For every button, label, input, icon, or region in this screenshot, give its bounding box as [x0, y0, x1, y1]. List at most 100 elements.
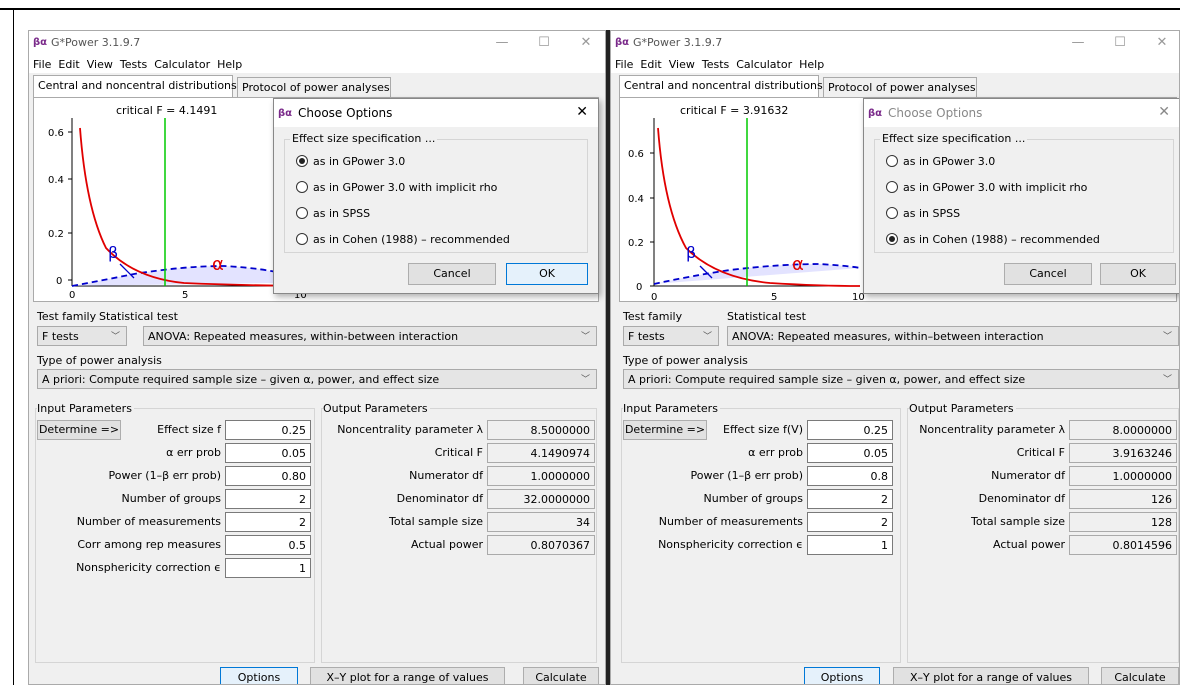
tab-protocol[interactable]: Protocol of power analyses	[823, 77, 977, 97]
tab-protocol[interactable]: Protocol of power analyses	[237, 77, 391, 97]
power-field[interactable]: 0.8	[807, 466, 893, 486]
noncentrality-value: 8.5000000	[487, 420, 595, 440]
parameters-panel: Test family Statistical test F tests ﹀ AN…	[33, 308, 599, 678]
menu-tests[interactable]: Tests	[116, 55, 150, 71]
minimize-icon[interactable]: —	[487, 33, 517, 53]
menu-edit[interactable]: Edit	[636, 55, 664, 71]
statistical-test-select[interactable]: ANOVA: Repeated measures, within-between…	[143, 326, 597, 346]
effect-size-field[interactable]: 0.25	[807, 420, 893, 440]
x-tick: 0	[651, 292, 657, 303]
ok-button[interactable]: OK	[1100, 263, 1176, 285]
groups-field[interactable]: 2	[807, 489, 893, 509]
minimize-icon[interactable]: —	[1063, 33, 1093, 53]
dialog-title: Choose Options	[298, 106, 393, 120]
output-label: Actual power	[993, 538, 1065, 551]
gpower-window-right: βα G*Power 3.1.9.7 — ☐ ✕ File Edit View Tes…	[610, 30, 1180, 685]
output-parameters-label: Output Parameters	[909, 402, 1016, 415]
calculate-button[interactable]: Calculate	[523, 667, 599, 684]
ok-button[interactable]: OK	[506, 263, 588, 285]
close-icon[interactable]: ✕	[1158, 104, 1170, 120]
y-tick: 0.6	[628, 149, 644, 160]
output-label: Actual power	[411, 538, 483, 551]
input-label: Number of measurements	[658, 515, 803, 528]
y-tick: 0.4	[48, 175, 64, 186]
power-field[interactable]: 0.80	[225, 466, 311, 486]
menu-help[interactable]: Help	[213, 55, 245, 71]
maximize-icon[interactable]: ☐	[529, 33, 559, 53]
output-parameters-label: Output Parameters	[323, 402, 430, 415]
tab-distributions[interactable]: Central and noncentral distributions	[33, 75, 237, 97]
xy-plot-button[interactable]: X–Y plot for a range of values	[893, 667, 1089, 684]
gpower-app-icon: βα	[278, 107, 293, 120]
critical-f-value: 3.9163246	[1069, 443, 1177, 463]
measurements-field[interactable]: 2	[807, 512, 893, 532]
input-label: Power (1–β err prob)	[690, 469, 803, 482]
radio-gpower3[interactable]: as in GPower 3.0	[296, 155, 405, 168]
xy-plot-button[interactable]: X–Y plot for a range of values	[310, 667, 505, 684]
statistical-test-select[interactable]: ANOVA: Repeated measures, within–between…	[727, 326, 1179, 346]
menu-calculator[interactable]: Calculator	[732, 55, 795, 71]
measurements-field[interactable]: 2	[225, 512, 311, 532]
actual-power-value: 0.8014596	[1069, 535, 1177, 555]
radio-gpower3-rho[interactable]: as in GPower 3.0 with implicit rho	[296, 181, 497, 194]
cancel-button[interactable]: Cancel	[408, 263, 496, 285]
nonsphericity-field[interactable]: 1	[225, 558, 311, 578]
options-button[interactable]: Options	[804, 667, 880, 684]
determine-button[interactable]: Determine =>	[37, 420, 121, 440]
tab-distributions[interactable]: Central and noncentral distributions	[619, 75, 823, 97]
power-analysis-select[interactable]: A priori: Compute required sample size –…	[37, 369, 597, 389]
y-tick: 0.2	[48, 229, 64, 240]
radio-circle	[296, 207, 308, 219]
menu-bar: File Edit View Tests Calculator Help	[611, 55, 1179, 73]
input-label: Number of measurements	[76, 515, 221, 528]
test-family-select[interactable]: F tests ﹀	[623, 326, 719, 346]
determine-button[interactable]: Determine =>	[623, 420, 707, 440]
y-tick: 0.4	[628, 194, 644, 205]
alpha-field[interactable]: 0.05	[225, 443, 311, 463]
menu-view[interactable]: View	[665, 55, 698, 71]
central-curve	[657, 127, 861, 287]
chevron-down-icon: ﹀	[580, 332, 590, 342]
close-icon[interactable]: ✕	[1147, 33, 1177, 53]
menu-file[interactable]: File	[29, 55, 54, 71]
input-label: Nonsphericity correction ϵ	[76, 561, 221, 574]
menu-tests[interactable]: Tests	[698, 55, 732, 71]
menu-help[interactable]: Help	[795, 55, 827, 71]
groups-field[interactable]: 2	[225, 489, 311, 509]
menu-file[interactable]: File	[611, 55, 636, 71]
menu-bar: File Edit View Tests Calculator Help	[29, 55, 605, 73]
test-family-select[interactable]: F tests ﹀	[37, 326, 127, 346]
actual-power-value: 0.8070367	[487, 535, 595, 555]
nonsphericity-field[interactable]: 1	[807, 535, 893, 555]
input-label: Number of groups	[121, 492, 221, 505]
radio-spss[interactable]: as in SPSS	[296, 207, 370, 220]
input-parameters-label: Input Parameters	[37, 402, 134, 415]
radio-gpower3-rho[interactable]: as in GPower 3.0 with implicit rho	[886, 181, 1087, 194]
radio-gpower3[interactable]: as in GPower 3.0	[886, 155, 995, 168]
power-analysis-select[interactable]: A priori: Compute required sample size –…	[623, 369, 1179, 389]
alpha-field[interactable]: 0.05	[807, 443, 893, 463]
critical-f-value: 4.1490974	[487, 443, 595, 463]
choose-options-dialog: βα Choose Options ✕ Effect size specific…	[273, 98, 599, 294]
calculate-button[interactable]: Calculate	[1101, 667, 1179, 684]
radio-circle	[296, 181, 308, 193]
radio-spss[interactable]: as in SPSS	[886, 207, 960, 220]
statistical-test-label: Statistical test	[99, 310, 178, 323]
alpha-symbol: α	[212, 254, 224, 275]
beta-symbol: β	[108, 243, 118, 262]
close-icon[interactable]: ✕	[571, 33, 601, 53]
menu-calculator[interactable]: Calculator	[150, 55, 213, 71]
cancel-button[interactable]: Cancel	[1004, 263, 1092, 285]
radio-cohen[interactable]: as in Cohen (1988) – recommended	[296, 233, 510, 246]
y-tick: 0	[56, 276, 62, 287]
close-icon[interactable]: ✕	[576, 104, 588, 120]
radio-cohen[interactable]: as in Cohen (1988) – recommended	[886, 233, 1100, 246]
gpower-app-icon: βα	[615, 36, 630, 49]
input-label: Number of groups	[703, 492, 803, 505]
effect-size-field[interactable]: 0.25	[225, 420, 311, 440]
menu-edit[interactable]: Edit	[54, 55, 82, 71]
options-button[interactable]: Options	[220, 667, 298, 684]
menu-view[interactable]: View	[83, 55, 116, 71]
maximize-icon[interactable]: ☐	[1105, 33, 1135, 53]
correlation-field[interactable]: 0.5	[225, 535, 311, 555]
